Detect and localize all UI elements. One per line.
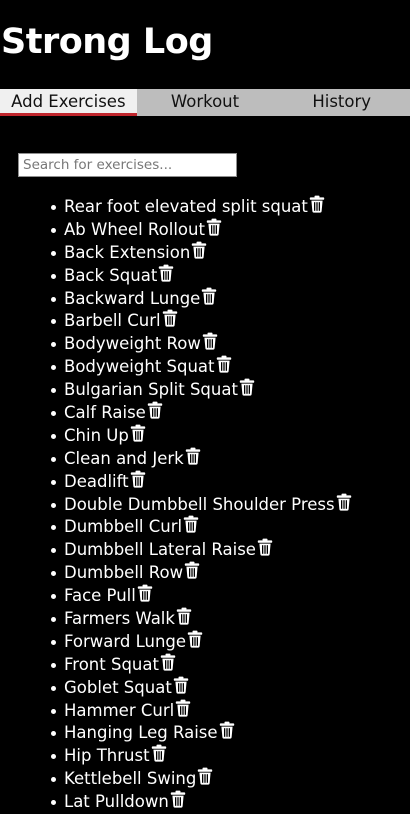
exercise-name: Back Squat <box>64 265 158 285</box>
exercise-list-item: Deadlift <box>51 470 352 493</box>
exercise-name: Hanging Leg Raise <box>64 723 218 743</box>
exercise-name: Face Pull <box>64 586 136 606</box>
exercise-name: Calf Raise <box>64 403 146 423</box>
tab-workout[interactable]: Workout <box>137 89 274 116</box>
trash-icon[interactable] <box>175 699 191 717</box>
trash-icon[interactable] <box>162 309 178 328</box>
exercise-list-item: Clean and Jerk <box>51 447 352 470</box>
exercise-name: Barbell Curl <box>64 311 161 331</box>
exercise-list-item: Kettlebell Swing <box>51 767 352 790</box>
trash-icon[interactable] <box>184 561 200 579</box>
exercise-name: Ab Wheel Rollout <box>64 219 205 239</box>
trash-icon[interactable] <box>202 332 218 350</box>
exercise-name: Hammer Curl <box>64 700 175 720</box>
exercise-list-item: Back Squat <box>51 264 352 287</box>
exercise-name: Dumbbell Lateral Raise <box>64 540 256 560</box>
exercise-name: Front Squat <box>64 654 159 674</box>
trash-icon[interactable] <box>206 218 222 236</box>
exercise-list-item: Bodyweight Row <box>51 332 352 355</box>
trash-icon[interactable] <box>201 287 217 305</box>
trash-icon[interactable] <box>191 241 207 259</box>
search-input[interactable] <box>18 153 237 177</box>
trash-icon[interactable] <box>183 515 199 534</box>
trash-icon[interactable] <box>170 790 186 808</box>
exercise-name: Forward Lunge <box>64 631 187 651</box>
exercise-name: Hip Thrust <box>64 746 150 766</box>
exercise-list-item: Dumbbell Lateral Raise <box>51 538 352 561</box>
exercise-name: Back Extension <box>64 242 191 262</box>
trash-icon[interactable] <box>336 493 352 511</box>
exercise-list-item: Hip Thrust <box>51 744 352 767</box>
trash-icon[interactable] <box>176 607 192 625</box>
exercise-list-item: Barbell Curl <box>51 309 352 332</box>
exercise-list-item: Back Extension <box>51 241 352 264</box>
trash-icon[interactable] <box>130 470 146 488</box>
tab-history[interactable]: History <box>273 89 410 116</box>
exercise-list-item: Ab Wheel Rollout <box>51 218 352 241</box>
exercise-list-item: Calf Raise <box>51 401 352 424</box>
trash-icon[interactable] <box>173 676 189 694</box>
trash-icon[interactable] <box>187 630 203 648</box>
exercise-list: Rear foot elevated split squat Ab Wheel … <box>0 195 352 813</box>
exercise-list-item: Dumbbell Row <box>51 561 352 584</box>
exercise-list-item: Bodyweight Squat <box>51 355 352 378</box>
exercise-name: Kettlebell Swing <box>64 769 197 789</box>
exercise-list-item: Chin Up <box>51 424 352 447</box>
trash-icon[interactable] <box>309 195 325 213</box>
exercise-list-item: Dumbbell Curl <box>51 515 352 538</box>
exercise-name: Rear foot elevated split squat <box>64 197 308 216</box>
exercise-list-item: Double Dumbbell Shoulder Press <box>51 493 352 516</box>
exercise-list-item: Lat Pulldown <box>51 790 352 813</box>
trash-icon[interactable] <box>160 653 176 671</box>
trash-icon[interactable] <box>147 401 163 419</box>
exercise-name: Double Dumbbell Shoulder Press <box>64 494 335 514</box>
exercise-list-item: Bulgarian Split Squat <box>51 378 352 401</box>
trash-icon[interactable] <box>239 378 255 396</box>
exercise-list-item: Hammer Curl <box>51 699 352 722</box>
exercise-list-item: Front Squat <box>51 653 352 676</box>
tab-bar: Add Exercises Workout History <box>0 89 410 116</box>
trash-icon[interactable] <box>151 744 167 762</box>
exercise-list-item: Backward Lunge <box>51 287 352 310</box>
exercise-name: Bulgarian Split Squat <box>64 380 238 400</box>
exercise-name: Backward Lunge <box>64 288 201 308</box>
exercise-list-item: Farmers Walk <box>51 607 352 630</box>
exercise-name: Clean and Jerk <box>64 448 184 468</box>
trash-icon[interactable] <box>216 355 232 373</box>
exercise-list-item: Forward Lunge <box>51 630 352 653</box>
exercise-name: Dumbbell Curl <box>64 517 183 537</box>
trash-icon[interactable] <box>137 584 153 602</box>
exercise-name: Deadlift <box>64 471 129 491</box>
exercise-list-item: Hanging Leg Raise <box>51 721 352 744</box>
trash-icon[interactable] <box>197 767 213 785</box>
exercise-list-item: Face Pull <box>51 584 352 607</box>
trash-icon[interactable] <box>185 447 201 465</box>
exercise-name: Farmers Walk <box>64 609 175 629</box>
trash-icon[interactable] <box>257 538 273 556</box>
app-title: Strong Log <box>1 22 213 62</box>
exercise-name: Bodyweight Row <box>64 334 201 354</box>
exercise-name: Goblet Squat <box>64 677 172 697</box>
exercise-name: Bodyweight Squat <box>64 357 215 377</box>
tab-add-exercises[interactable]: Add Exercises <box>0 89 137 116</box>
exercise-list-item: Goblet Squat <box>51 676 352 699</box>
trash-icon[interactable] <box>130 424 146 442</box>
exercise-name: Chin Up <box>64 425 129 445</box>
exercise-list-item: Rear foot elevated split squat <box>51 195 352 218</box>
trash-icon[interactable] <box>158 264 174 282</box>
exercise-name: Dumbbell Row <box>64 563 184 583</box>
exercise-name: Lat Pulldown <box>64 792 169 812</box>
trash-icon[interactable] <box>219 721 235 740</box>
